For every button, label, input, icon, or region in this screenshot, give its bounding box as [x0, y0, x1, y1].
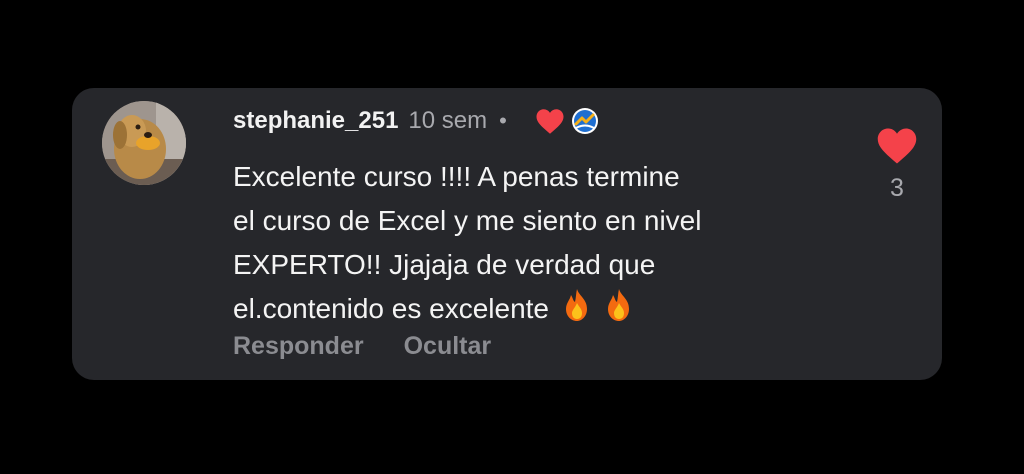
heart-icon: [535, 108, 565, 135]
comment-card: stephanie_251 10 sem • Excelente curso !…: [72, 88, 942, 380]
heart-icon: [877, 128, 917, 164]
comment-line: EXPERTO!! Jjajaja de verdad que: [233, 249, 656, 280]
creator-badge-icon: [571, 107, 599, 135]
like-button[interactable]: [876, 126, 918, 166]
comment-line: Excelente curso !!!! A penas termine: [233, 161, 680, 192]
separator-dot: •: [499, 108, 507, 133]
fire-emoji-group: [561, 288, 637, 335]
avatar[interactable]: [102, 101, 186, 185]
reply-button[interactable]: Responder: [233, 332, 364, 361]
comment-line: el curso de Excel y me siento en nivel: [233, 205, 702, 236]
hide-button[interactable]: Ocultar: [404, 332, 492, 361]
comment-header: stephanie_251 10 sem •: [233, 104, 599, 138]
comment-actions: Responder Ocultar: [233, 332, 491, 361]
fire-icon: [565, 289, 587, 321]
username-link[interactable]: stephanie_251: [233, 107, 398, 135]
fire-icon: [607, 289, 629, 321]
comment-text: Excelente curso !!!! A penas termine el …: [233, 155, 833, 335]
avatar-image: [102, 101, 186, 185]
comment-line: el.contenido es excelente: [233, 293, 549, 324]
timestamp: 10 sem: [408, 107, 488, 134]
like-count: 3: [890, 174, 904, 202]
